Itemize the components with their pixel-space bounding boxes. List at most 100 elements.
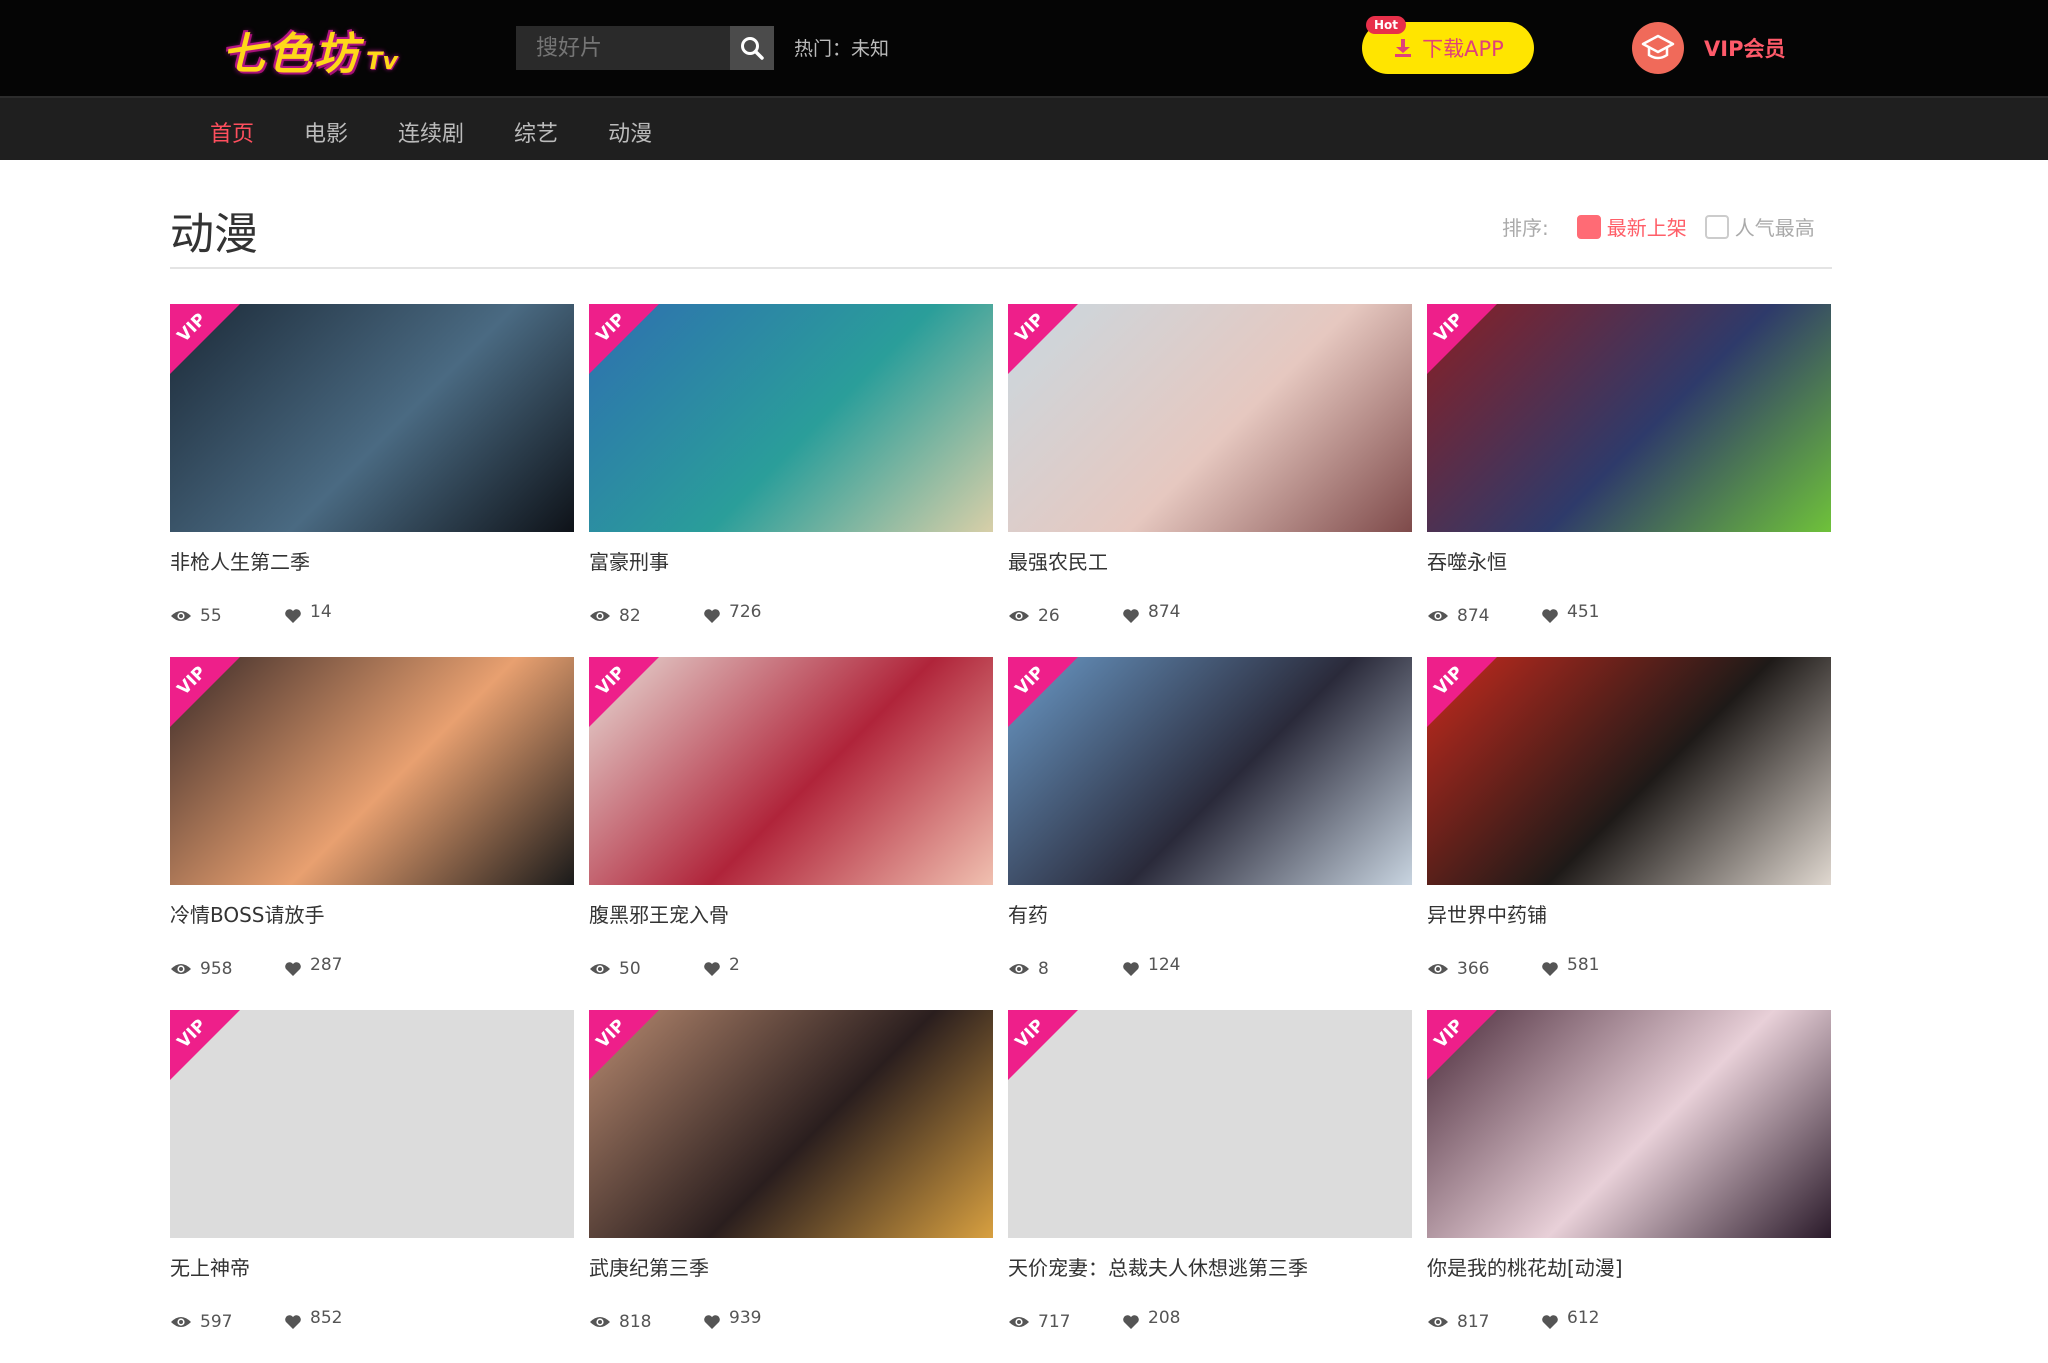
video-title[interactable]: 最强农民工 bbox=[1008, 546, 1108, 575]
nav-item[interactable]: 首页 bbox=[210, 116, 254, 148]
nav-item[interactable]: 电影 bbox=[304, 116, 348, 148]
poster-image[interactable]: VIP bbox=[170, 657, 574, 885]
poster-image[interactable]: VIP bbox=[589, 304, 993, 532]
views-count: 55 bbox=[200, 606, 222, 626]
eye-icon bbox=[1428, 1317, 1448, 1327]
views-stat: 55 bbox=[170, 606, 284, 626]
video-title[interactable]: 无上神帝 bbox=[170, 1252, 250, 1281]
views-count: 717 bbox=[1038, 1312, 1071, 1332]
video-stats: 50 2 bbox=[589, 955, 740, 979]
likes-stat: 939 bbox=[703, 1308, 761, 1332]
video-card[interactable]: VIP 无上神帝 597 852 bbox=[170, 1010, 574, 1363]
nav-item[interactable]: 综艺 bbox=[514, 116, 558, 148]
video-title[interactable]: 天价宠妻：总裁夫人休想逃第三季 bbox=[1008, 1252, 1308, 1281]
sort-controls: 排序: 最新上架 人气最高 bbox=[1502, 212, 1833, 241]
views-stat: 8 bbox=[1008, 959, 1122, 979]
video-card[interactable]: VIP 你是我的桃花劫[动漫] 817 612 bbox=[1427, 1010, 1831, 1363]
video-title[interactable]: 吞噬永恒 bbox=[1427, 546, 1507, 575]
video-stats: 874 451 bbox=[1427, 602, 1599, 626]
video-title[interactable]: 异世界中药铺 bbox=[1427, 899, 1547, 928]
eye-icon bbox=[1428, 611, 1448, 621]
vip-avatar bbox=[1632, 22, 1684, 74]
site-logo[interactable]: 七色坊 Tv bbox=[222, 18, 399, 80]
sort-label: 排序: bbox=[1502, 216, 1549, 240]
sort-option-popular[interactable]: 人气最高 bbox=[1704, 212, 1815, 241]
video-title[interactable]: 你是我的桃花劫[动漫] bbox=[1427, 1252, 1623, 1281]
video-card[interactable]: VIP 冷情BOSS请放手 958 287 bbox=[170, 657, 574, 1010]
likes-count: 208 bbox=[1148, 1308, 1181, 1328]
likes-count: 612 bbox=[1567, 1308, 1600, 1328]
vip-member-link[interactable]: VIP会员 bbox=[1632, 22, 1785, 74]
heart-icon bbox=[1542, 962, 1558, 976]
views-stat: 958 bbox=[170, 959, 284, 979]
likes-count: 2 bbox=[729, 955, 740, 975]
likes-stat: 852 bbox=[284, 1308, 342, 1332]
video-card[interactable]: VIP 富豪刑事 82 726 bbox=[589, 304, 993, 657]
poster-image[interactable]: VIP bbox=[1008, 657, 1412, 885]
likes-count: 14 bbox=[310, 602, 332, 622]
eye-icon bbox=[171, 1317, 191, 1327]
logo-main-text: 七色坊 bbox=[222, 29, 360, 80]
likes-stat: 2 bbox=[703, 955, 740, 979]
download-icon bbox=[1395, 39, 1412, 57]
nav-bar: 首页 电影 连续剧 综艺 动漫 bbox=[0, 96, 2048, 160]
search-icon bbox=[741, 37, 764, 60]
search-input[interactable] bbox=[516, 26, 730, 70]
video-card[interactable]: VIP 最强农民工 26 874 bbox=[1008, 304, 1412, 657]
sort-option-newest[interactable]: 最新上架 bbox=[1576, 212, 1687, 241]
heart-icon bbox=[704, 1315, 720, 1329]
top-bar: 七色坊 Tv 热门：未知 下载APP Hot VIP会员 bbox=[0, 0, 2048, 96]
views-count: 82 bbox=[619, 606, 641, 626]
nav-item[interactable]: 动漫 bbox=[608, 116, 652, 148]
likes-count: 939 bbox=[729, 1308, 762, 1328]
video-card[interactable]: VIP 腹黑邪王宠入骨 50 2 bbox=[589, 657, 993, 1010]
poster-image[interactable]: VIP bbox=[1008, 304, 1412, 532]
views-count: 8 bbox=[1038, 959, 1049, 979]
eye-icon bbox=[1428, 964, 1448, 974]
views-count: 874 bbox=[1457, 606, 1490, 626]
video-stats: 958 287 bbox=[170, 955, 342, 979]
nav-item[interactable]: 连续剧 bbox=[398, 116, 464, 148]
poster-image[interactable]: VIP bbox=[589, 1010, 993, 1238]
video-card[interactable]: VIP 吞噬永恒 874 451 bbox=[1427, 304, 1831, 657]
video-card[interactable]: VIP 武庚纪第三季 818 939 bbox=[589, 1010, 993, 1363]
hot-badge: Hot bbox=[1366, 16, 1407, 34]
views-stat: 717 bbox=[1008, 1312, 1122, 1332]
views-stat: 874 bbox=[1427, 606, 1541, 626]
eye-icon bbox=[1009, 964, 1029, 974]
video-title[interactable]: 富豪刑事 bbox=[589, 546, 669, 575]
views-count: 50 bbox=[619, 959, 641, 979]
views-count: 26 bbox=[1038, 606, 1060, 626]
poster-image[interactable]: VIP bbox=[1427, 304, 1831, 532]
logo-tv-text: Tv bbox=[366, 47, 399, 75]
views-count: 366 bbox=[1457, 959, 1490, 979]
poster-image[interactable]: VIP bbox=[589, 657, 993, 885]
video-grid: VIP 非枪人生第二季 55 14 VIP 富豪刑事 82 726 VIP 最强农民工 26 874 V… bbox=[170, 304, 1834, 1363]
heart-icon bbox=[704, 609, 720, 623]
video-stats: 817 612 bbox=[1427, 1308, 1599, 1332]
video-card[interactable]: VIP 天价宠妻：总裁夫人休想逃第三季 717 208 bbox=[1008, 1010, 1412, 1363]
video-title[interactable]: 腹黑邪王宠入骨 bbox=[589, 899, 729, 928]
video-title[interactable]: 非枪人生第二季 bbox=[170, 546, 310, 575]
eye-icon bbox=[171, 611, 191, 621]
video-stats: 717 208 bbox=[1008, 1308, 1180, 1332]
views-stat: 26 bbox=[1008, 606, 1122, 626]
eye-icon bbox=[1009, 611, 1029, 621]
video-card[interactable]: VIP 有药 8 124 bbox=[1008, 657, 1412, 1010]
video-card[interactable]: VIP 异世界中药铺 366 581 bbox=[1427, 657, 1831, 1010]
poster-image[interactable]: VIP bbox=[1427, 657, 1831, 885]
video-title[interactable]: 冷情BOSS请放手 bbox=[170, 899, 325, 928]
video-title[interactable]: 武庚纪第三季 bbox=[589, 1252, 709, 1281]
heart-icon bbox=[704, 962, 720, 976]
likes-stat: 581 bbox=[1541, 955, 1599, 979]
poster-image[interactable]: VIP bbox=[1427, 1010, 1831, 1238]
video-title[interactable]: 有药 bbox=[1008, 899, 1048, 928]
poster-image[interactable]: VIP bbox=[170, 1010, 574, 1238]
likes-stat: 726 bbox=[703, 602, 761, 626]
poster-image[interactable]: VIP bbox=[1008, 1010, 1412, 1238]
video-card[interactable]: VIP 非枪人生第二季 55 14 bbox=[170, 304, 574, 657]
poster-image[interactable]: VIP bbox=[170, 304, 574, 532]
search-button[interactable] bbox=[730, 26, 774, 70]
hot-searches[interactable]: 热门：未知 bbox=[794, 34, 889, 61]
video-stats: 26 874 bbox=[1008, 602, 1180, 626]
